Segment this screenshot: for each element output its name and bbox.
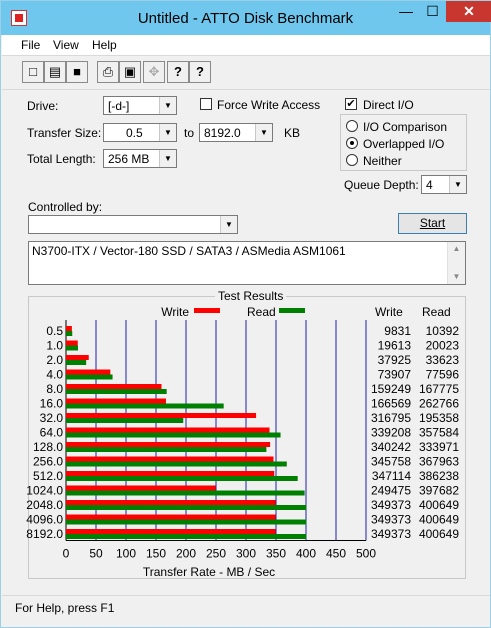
read-value-label: 20023 <box>426 339 460 353</box>
x-tick-label: 350 <box>266 547 286 561</box>
read-bar <box>66 389 167 394</box>
legend-read-label: Read <box>247 305 276 319</box>
write-value-label: 349373 <box>371 527 411 541</box>
read-bar <box>66 505 307 510</box>
app-window: Untitled - ATTO Disk Benchmark — ☐ ✕ Fil… <box>0 0 491 628</box>
category-label: 64.0 <box>40 426 64 440</box>
write-bar <box>66 427 270 433</box>
write-value-label: 19613 <box>378 339 412 353</box>
read-value-label: 397682 <box>419 484 459 498</box>
write-value-label: 73907 <box>378 368 412 382</box>
category-label: 8192.0 <box>26 527 63 541</box>
read-bar <box>66 447 267 452</box>
read-value-label: 386238 <box>419 469 459 483</box>
read-value-label: 262766 <box>419 397 459 411</box>
write-bar <box>66 326 72 331</box>
x-axis-label: Transfer Rate - MB / Sec <box>143 565 275 579</box>
write-bar <box>66 413 257 418</box>
write-value-label: 316795 <box>371 411 411 425</box>
write-bar <box>66 340 78 346</box>
category-label: 128.0 <box>33 440 63 454</box>
write-bar <box>66 369 111 375</box>
write-value-label: 345758 <box>371 455 411 469</box>
read-value-label: 167775 <box>419 382 459 396</box>
legend-write-swatch <box>194 308 220 313</box>
x-tick-label: 500 <box>356 547 376 561</box>
category-label: 0.5 <box>46 324 63 338</box>
read-value-label: 367963 <box>419 455 459 469</box>
read-bar <box>66 519 307 525</box>
x-tick-label: 300 <box>236 547 256 561</box>
read-bar <box>66 432 281 438</box>
x-tick-label: 450 <box>326 547 346 561</box>
write-value-label: 37925 <box>378 353 412 367</box>
write-value-label: 349373 <box>371 513 411 527</box>
write-bar <box>66 384 162 389</box>
x-tick-label: 200 <box>176 547 196 561</box>
x-tick-label: 50 <box>89 547 103 561</box>
write-bar <box>66 485 216 491</box>
read-value-label: 333971 <box>419 440 459 454</box>
write-value-label: 339208 <box>371 426 411 440</box>
read-bar <box>66 331 73 336</box>
read-value-label: 10392 <box>426 324 460 338</box>
write-value-label: 249475 <box>371 484 411 498</box>
read-value-label: 195358 <box>419 411 459 425</box>
write-column-header: Write <box>375 305 403 319</box>
x-tick-label: 400 <box>296 547 316 561</box>
read-value-label: 400649 <box>419 498 459 512</box>
write-value-label: 159249 <box>371 382 411 396</box>
write-value-label: 347114 <box>372 469 411 483</box>
status-bar: For Help, press F1 <box>2 595 490 627</box>
write-bar <box>66 500 276 505</box>
category-label: 4096.0 <box>26 513 63 527</box>
write-bar <box>66 355 89 360</box>
write-bar <box>66 456 274 462</box>
status-text: For Help, press F1 <box>15 601 115 615</box>
read-bar <box>66 360 87 365</box>
read-bar <box>66 345 78 351</box>
category-label: 2048.0 <box>26 498 63 512</box>
category-label: 16.0 <box>40 397 64 411</box>
read-bar <box>66 476 298 481</box>
read-value-label: 400649 <box>419 513 459 527</box>
write-bar <box>66 529 276 534</box>
read-bar <box>66 461 287 467</box>
write-value-label: 349373 <box>371 498 411 512</box>
read-value-label: 33623 <box>426 353 460 367</box>
x-tick-label: 0 <box>63 547 70 561</box>
category-label: 1.0 <box>46 339 63 353</box>
write-bar <box>66 442 271 447</box>
read-bar <box>66 403 224 409</box>
category-label: 4.0 <box>46 368 63 382</box>
benchmark-chart: Write Read Write Read 0 50 100 150 200 250 300… <box>26 305 460 579</box>
write-bar <box>66 471 275 476</box>
category-label: 2.0 <box>46 353 63 367</box>
read-value-label: 357584 <box>419 426 459 440</box>
category-label: 8.0 <box>46 382 63 396</box>
category-label: 1024.0 <box>26 484 63 498</box>
x-tick-label: 250 <box>206 547 226 561</box>
write-value-label: 340242 <box>371 440 411 454</box>
legend-write-label: Write <box>161 305 189 319</box>
legend-read-swatch <box>279 308 305 313</box>
category-label: 512.0 <box>33 469 63 483</box>
read-bar <box>66 534 307 539</box>
category-label: 32.0 <box>40 411 64 425</box>
write-bar <box>66 514 276 520</box>
x-tick-label: 150 <box>146 547 166 561</box>
read-bar <box>66 418 184 423</box>
read-column-header: Read <box>422 305 451 319</box>
write-bar <box>66 398 166 404</box>
read-value-label: 77596 <box>426 368 460 382</box>
read-bar <box>66 490 305 496</box>
write-value-label: 9831 <box>384 324 411 338</box>
x-tick-label: 100 <box>116 547 136 561</box>
read-bar <box>66 374 113 380</box>
category-label: 256.0 <box>33 455 63 469</box>
write-value-label: 166569 <box>371 397 411 411</box>
read-value-label: 400649 <box>419 527 459 541</box>
